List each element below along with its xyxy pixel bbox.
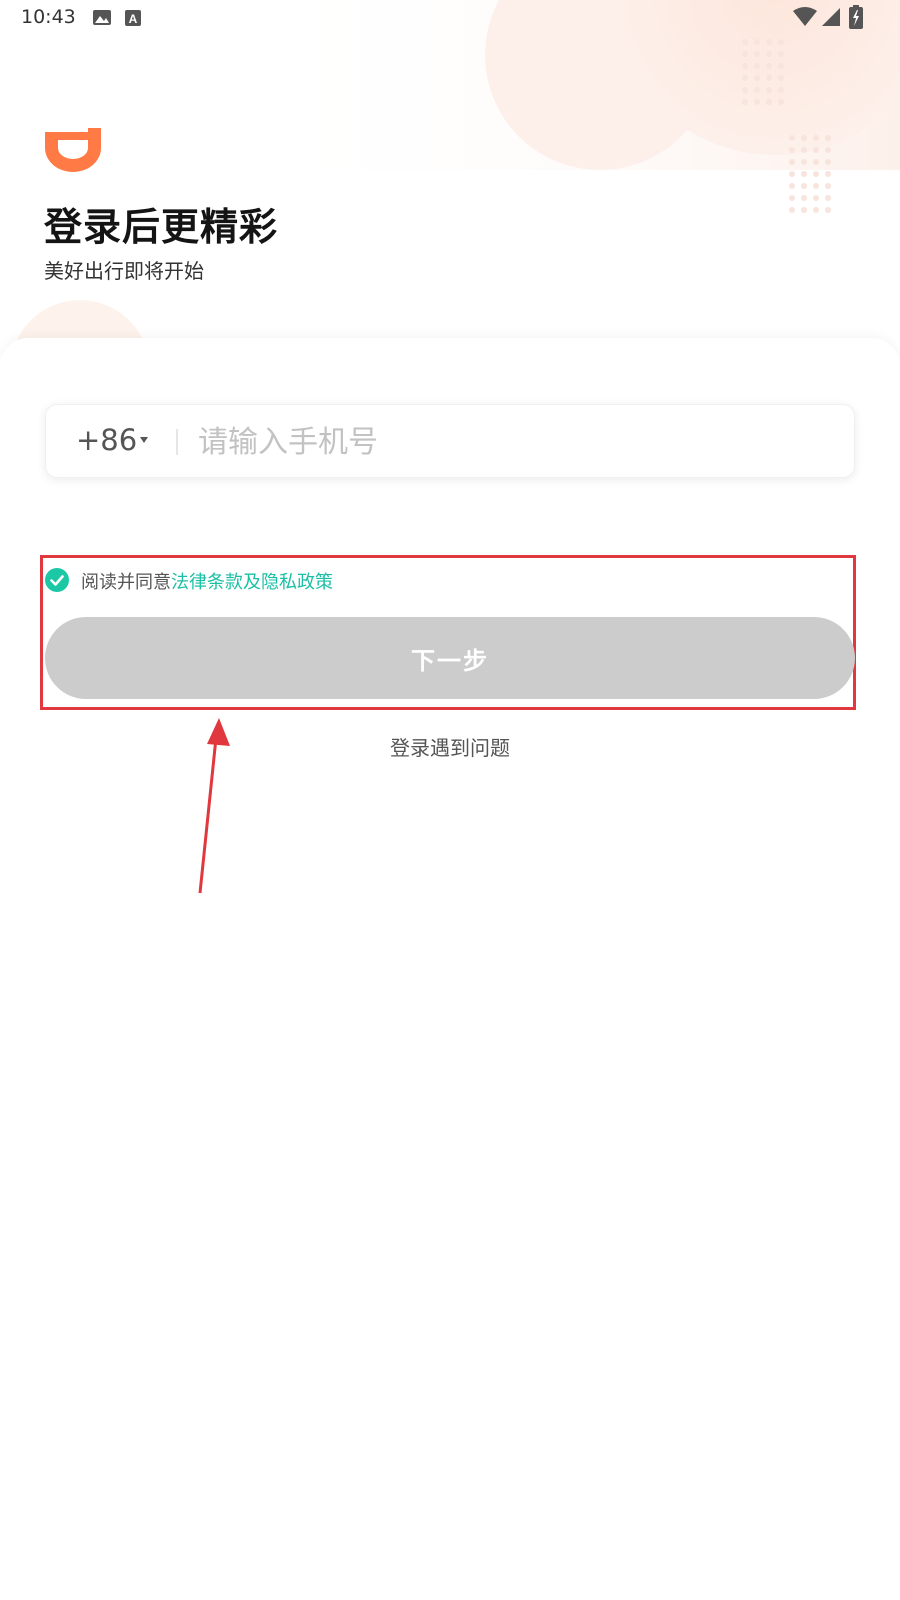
phone-input[interactable] — [196, 419, 820, 465]
status-bar: 10:43 A — [0, 0, 900, 36]
keyboard-a-icon: A — [125, 10, 141, 26]
battery-charging-icon — [849, 5, 863, 29]
login-help-link[interactable]: 登录遇到问题 — [0, 732, 900, 761]
field-divider — [176, 429, 178, 455]
signal-icon — [822, 8, 840, 26]
status-time: 10:43 — [21, 6, 76, 28]
phone-number-field: +86 — [45, 404, 855, 478]
agreement-prefix: 阅读并同意 — [81, 572, 171, 593]
svg-text:A: A — [129, 12, 138, 26]
page-subtitle: 美好出行即将开始 — [44, 259, 204, 283]
agreement-checkbox[interactable] — [45, 568, 69, 592]
app-logo — [44, 126, 101, 172]
legal-terms-link[interactable]: 法律条款及隐私政策 — [171, 572, 333, 593]
chevron-down-icon[interactable] — [140, 437, 148, 443]
login-card — [0, 338, 900, 1600]
header-background-decoration — [10, 0, 900, 380]
next-step-button[interactable]: 下一步 — [45, 617, 855, 699]
check-icon — [50, 575, 64, 586]
page-title: 登录后更精彩 — [44, 205, 279, 249]
country-code-selector[interactable]: +86 — [76, 423, 137, 457]
wifi-icon — [793, 7, 817, 26]
image-icon — [93, 10, 111, 25]
